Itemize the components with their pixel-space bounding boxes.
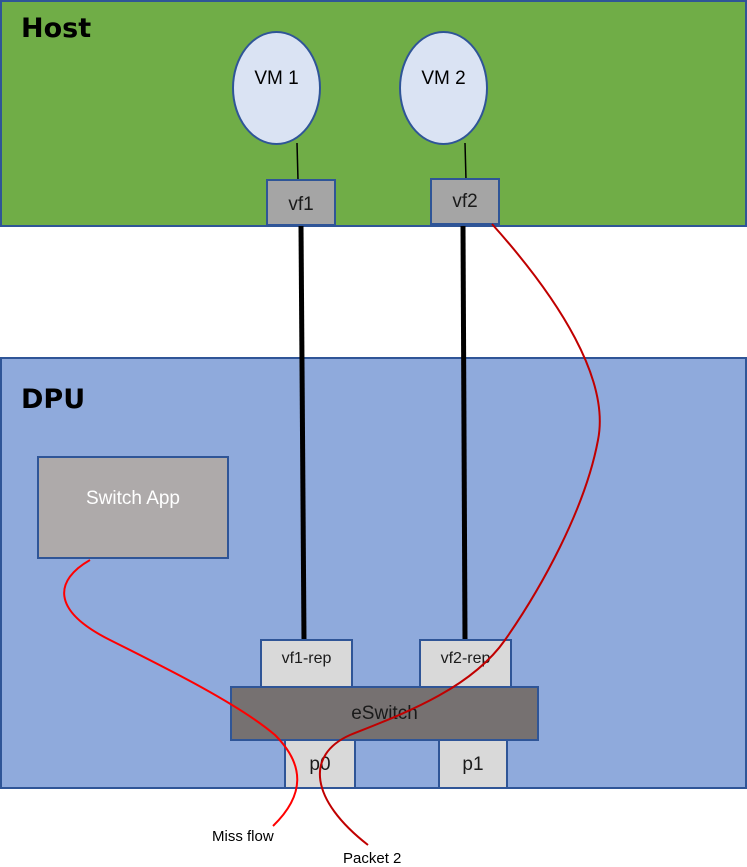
vf1-label: vf1 [288, 193, 314, 215]
packet-2-caption: Packet 2 [343, 850, 402, 867]
switch-app[interactable]: Switch App [37, 456, 229, 559]
vf1-port[interactable]: vf1 [266, 179, 336, 226]
eswitch[interactable]: eSwitch [230, 686, 539, 741]
vm-1-label: VM 1 [254, 68, 299, 89]
vf1-rep-port[interactable]: vf1-rep [260, 639, 353, 689]
p0-label: p0 [309, 753, 331, 775]
host-region [0, 0, 747, 227]
p1-port[interactable]: p1 [438, 738, 508, 789]
vf1-rep-label: vf1-rep [281, 650, 332, 667]
switch-app-label: Switch App [86, 487, 180, 509]
p1-label: p1 [462, 753, 484, 775]
vm-1[interactable]: VM 1 [232, 31, 321, 145]
vm-2[interactable]: VM 2 [399, 31, 488, 145]
vf2-label: vf2 [452, 190, 478, 212]
dpu-label: DPU [21, 384, 86, 415]
vf2-port[interactable]: vf2 [430, 178, 500, 225]
eswitch-label: eSwitch [351, 702, 418, 724]
vf2-rep-label: vf2-rep [440, 650, 491, 667]
vm-2-label: VM 2 [421, 68, 466, 89]
vf2-rep-port[interactable]: vf2-rep [419, 639, 512, 689]
miss-flow-caption: Miss flow [212, 828, 274, 845]
p0-port[interactable]: p0 [284, 738, 356, 789]
host-label: Host [21, 13, 92, 44]
